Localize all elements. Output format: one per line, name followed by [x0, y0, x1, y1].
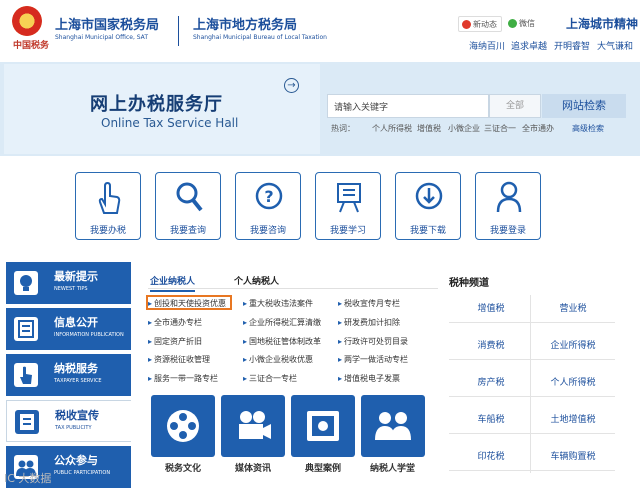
- tax-type-link[interactable]: 印花税: [449, 443, 533, 471]
- spirit-word: 开明睿智: [554, 42, 591, 52]
- quick-tax-filing[interactable]: 我要办税: [75, 172, 141, 240]
- card-taxpayer-school[interactable]: [361, 395, 425, 457]
- tax-channel-title: 税种频道: [449, 278, 489, 289]
- document-icon: [14, 317, 38, 341]
- service-hall-subtitle: Online Tax Service Hall: [101, 116, 239, 130]
- hot-word-link[interactable]: 个人所得税: [372, 123, 412, 134]
- weibo-icon: [462, 20, 471, 29]
- tax-type-link[interactable]: 个人所得税: [531, 369, 615, 397]
- news-link[interactable]: 小微企业税收优惠: [243, 354, 313, 365]
- service-hall-title[interactable]: 网上办税服务厅: [90, 90, 223, 116]
- tab-divider: [148, 288, 438, 289]
- watermark: IC 大数据: [4, 472, 52, 485]
- hand-icon: [98, 181, 121, 214]
- search-input[interactable]: 请输入关键字: [327, 94, 489, 118]
- question-icon: ?: [255, 182, 283, 210]
- students-icon: [375, 412, 411, 440]
- user-icon: [496, 181, 522, 213]
- local-tax-bureau-title[interactable]: 上海市地方税务局: [193, 14, 297, 33]
- card-label[interactable]: 税务文化: [165, 461, 201, 474]
- tax-type-link[interactable]: 车辆购置税: [531, 443, 615, 471]
- search-icon: [176, 182, 203, 212]
- tax-type-link[interactable]: 车船税: [449, 406, 533, 434]
- news-link[interactable]: 服务一带一路专栏: [148, 373, 218, 384]
- quick-query[interactable]: 我要查询: [155, 172, 221, 240]
- news-link[interactable]: 全市通办专栏: [148, 317, 202, 328]
- card-typical-cases[interactable]: [291, 395, 355, 457]
- tax-type-link[interactable]: 增值税: [449, 295, 533, 323]
- quick-login[interactable]: 我要登录: [475, 172, 541, 240]
- sidebar-item-info-publication[interactable]: 信息公开 INFORMATION PUBLICATION: [6, 308, 131, 350]
- spirit-word: 大气谦和: [597, 42, 634, 52]
- news-link[interactable]: 三证合一专栏: [243, 373, 297, 384]
- sidebar-item-taxpayer-service[interactable]: 纳税服务 TAXPAYER SERVICE: [6, 354, 131, 396]
- video-camera-icon: [239, 411, 271, 439]
- sidebar-item-tax-publicity[interactable]: 税收宣传 TAX PUBLICITY: [6, 400, 131, 442]
- news-link[interactable]: 重大税收违法案件: [243, 298, 313, 309]
- news-link[interactable]: 行政许可处罚目录: [338, 336, 408, 347]
- sidebar-item-newest-tips[interactable]: 最新提示 NEWEST TIPS: [6, 262, 131, 304]
- svg-text:?: ?: [264, 187, 273, 206]
- hot-word-link[interactable]: 全市通办: [522, 123, 554, 134]
- arrow-right-icon[interactable]: →: [284, 78, 299, 93]
- hot-word-link[interactable]: 小微企业: [448, 123, 480, 134]
- hot-word-link[interactable]: 三证合一: [484, 123, 516, 134]
- spirit-word: 追求卓越: [511, 42, 548, 52]
- card-label[interactable]: 典型案例: [305, 461, 341, 474]
- news-link[interactable]: 企业所得税汇算清缴: [243, 317, 321, 328]
- weibo-button[interactable]: 新动态: [458, 16, 502, 32]
- quick-learn[interactable]: 我要学习: [315, 172, 381, 240]
- hot-word-link[interactable]: 增值税: [417, 123, 441, 134]
- tax-type-link[interactable]: 消费税: [449, 332, 533, 360]
- card-tax-culture[interactable]: [151, 395, 215, 457]
- card-label[interactable]: 纳税人学堂: [370, 461, 415, 474]
- lightbulb-icon: [14, 271, 38, 295]
- search-scope-select[interactable]: 全部: [489, 94, 541, 118]
- card-media-news[interactable]: [221, 395, 285, 457]
- download-icon: [415, 182, 443, 210]
- news-link[interactable]: 两学一做活动专栏: [338, 354, 408, 365]
- hand-pointer-icon: [14, 363, 38, 387]
- easel-icon: [337, 183, 361, 213]
- hot-words-label: 热词：: [331, 124, 355, 133]
- advanced-search-link[interactable]: 高级检索: [572, 123, 604, 134]
- news-link[interactable]: 增值税电子发票: [338, 373, 400, 384]
- tab-enterprise[interactable]: 企业纳税人: [150, 274, 196, 292]
- local-tax-bureau-subtitle: Shanghai Municipal Bureau of Local Taxat…: [193, 34, 327, 41]
- news-link[interactable]: 税收宣传月专栏: [338, 298, 400, 309]
- state-tax-bureau-subtitle: Shanghai Municipal Office, SAT: [55, 34, 148, 41]
- safe-icon: [307, 411, 339, 441]
- news-link[interactable]: 资源税征收管理: [148, 354, 210, 365]
- quick-consult[interactable]: ? 我要咨询: [235, 172, 301, 240]
- news-link[interactable]: 创投和天使投资优惠: [148, 298, 226, 309]
- news-link[interactable]: 国地税征管体制改革: [243, 336, 321, 347]
- film-reel-icon: [167, 410, 199, 442]
- tax-emblem-icon: [12, 6, 42, 36]
- spirit-word: 海纳百川: [469, 42, 506, 52]
- site-search-button[interactable]: 网站检索: [542, 94, 626, 118]
- tax-type-link[interactable]: 企业所得税: [531, 332, 615, 360]
- news-link[interactable]: 研发费加计扣除: [338, 317, 400, 328]
- wechat-icon: [508, 19, 517, 28]
- tax-type-link[interactable]: 房产税: [449, 369, 533, 397]
- tax-type-link[interactable]: 土地增值税: [531, 406, 615, 434]
- header-divider: [178, 16, 179, 46]
- tax-type-link[interactable]: 营业税: [531, 295, 615, 323]
- tab-individual[interactable]: 个人纳税人: [234, 274, 279, 287]
- china-tax-tagline: 中国税务: [13, 41, 50, 51]
- quick-download[interactable]: 我要下载: [395, 172, 461, 240]
- card-label[interactable]: 媒体资讯: [235, 461, 271, 474]
- report-icon: [15, 410, 39, 434]
- state-tax-bureau-title[interactable]: 上海市国家税务局: [55, 14, 159, 33]
- city-spirit-title: 上海城市精神: [566, 17, 639, 31]
- wechat-button[interactable]: 微信: [505, 16, 539, 32]
- news-link[interactable]: 固定资产折旧: [148, 336, 202, 347]
